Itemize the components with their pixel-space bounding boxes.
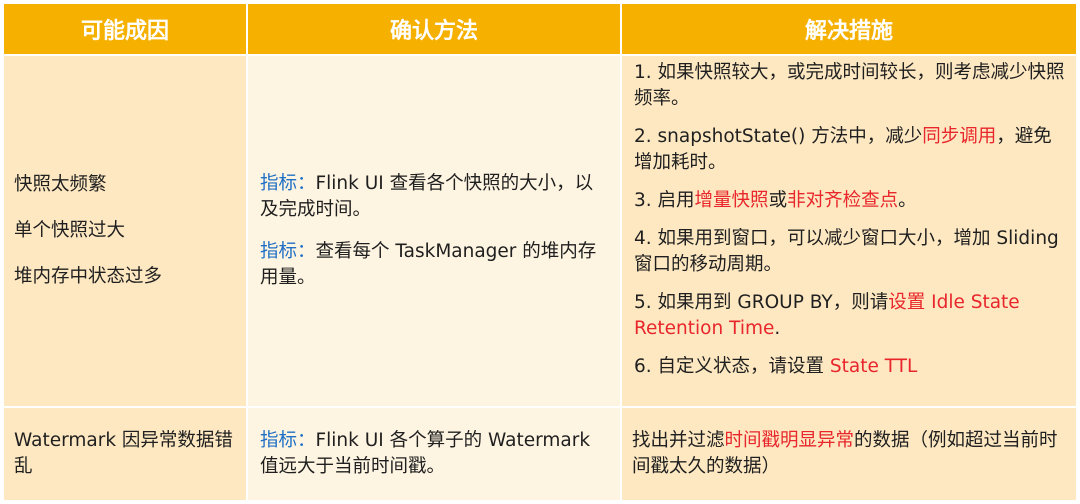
- solution-text: 。: [898, 190, 917, 211]
- header-solution: 解决措施: [622, 4, 1076, 54]
- cause-text: Watermark 因异常数据错乱: [14, 430, 233, 477]
- solution-text: 找出并过滤: [632, 430, 725, 451]
- highlight-text: 同步调用: [922, 126, 997, 147]
- solution-text: 2. snapshotState() 方法中，减少: [634, 126, 923, 147]
- solution-text: 5. 如果用到 GROUP BY，则请: [634, 292, 889, 313]
- row2-solution-cell: 找出并过滤时间戳明显异常的数据（例如超过当前时间戳太久的数据）: [622, 408, 1076, 500]
- solution-item: 找出并过滤时间戳明显异常的数据（例如超过当前时间戳太久的数据）: [632, 428, 1066, 480]
- row1-solution-cell: 1. 如果快照较大，或完成时间较长，则考虑减少快照频率。 2. snapshot…: [622, 56, 1076, 406]
- metric-label: 指标：: [260, 173, 316, 194]
- solution-item: 3. 启用增量快照或非对齐检查点。: [634, 188, 1066, 214]
- cause-item: 单个快照过大: [14, 220, 126, 241]
- cause-item: 堆内存中状态过多: [14, 266, 163, 287]
- solution-text: 1. 如果快照较大，或完成时间较长，则考虑减少快照频率。: [634, 62, 1065, 109]
- highlight-text: 增量快照: [694, 190, 769, 211]
- solution-text: 3. 启用: [634, 190, 695, 211]
- solution-text: 或: [768, 190, 788, 211]
- solution-text: .: [774, 318, 781, 339]
- method-item: 指标：Flink UI 查看各个快照的大小，以及完成时间。: [260, 171, 610, 223]
- highlight-text: State TTL: [829, 356, 918, 377]
- highlight-text: 非对齐检查点: [787, 190, 899, 211]
- solution-text: 6. 自定义状态，请设置: [634, 356, 830, 377]
- solution-item: 1. 如果快照较大，或完成时间较长，则考虑减少快照频率。: [634, 60, 1066, 112]
- highlight-text: 时间戳明显异常: [724, 430, 855, 451]
- row2-method-cell: 指标：Flink UI 各个算子的 Watermark 值远大于当前时间戳。: [248, 408, 620, 500]
- solution-item: 2. snapshotState() 方法中，减少同步调用，避免增加耗时。: [634, 124, 1066, 176]
- header-cause: 可能成因: [4, 4, 246, 54]
- row2-cause-cell: Watermark 因异常数据错乱: [4, 408, 246, 500]
- method-item: 指标：查看每个 TaskManager 的堆内存用量。: [260, 239, 610, 291]
- row1-cause-cell: 快照太频繁 单个快照过大 堆内存中状态过多: [4, 56, 246, 406]
- solution-item: 5. 如果用到 GROUP BY，则请设置 Idle State Retenti…: [634, 290, 1066, 342]
- header-method: 确认方法: [248, 4, 620, 54]
- method-item: 指标：Flink UI 各个算子的 Watermark 值远大于当前时间戳。: [260, 428, 610, 480]
- solution-text: 4. 如果用到窗口，可以减少窗口大小，增加 Sliding 窗口的移动周期。: [634, 228, 1059, 275]
- solution-item: 4. 如果用到窗口，可以减少窗口大小，增加 Sliding 窗口的移动周期。: [634, 226, 1066, 278]
- troubleshooting-table: 可能成因 确认方法 解决措施 快照太频繁 单个快照过大 堆内存中状态过多 指标：…: [4, 4, 1076, 500]
- metric-label: 指标：: [260, 241, 316, 262]
- metric-label: 指标：: [260, 430, 316, 451]
- cause-item: 快照太频繁: [14, 174, 107, 195]
- row1-method-cell: 指标：Flink UI 查看各个快照的大小，以及完成时间。 指标：查看每个 Ta…: [248, 56, 620, 406]
- solution-item: 6. 自定义状态，请设置 State TTL: [634, 354, 1066, 380]
